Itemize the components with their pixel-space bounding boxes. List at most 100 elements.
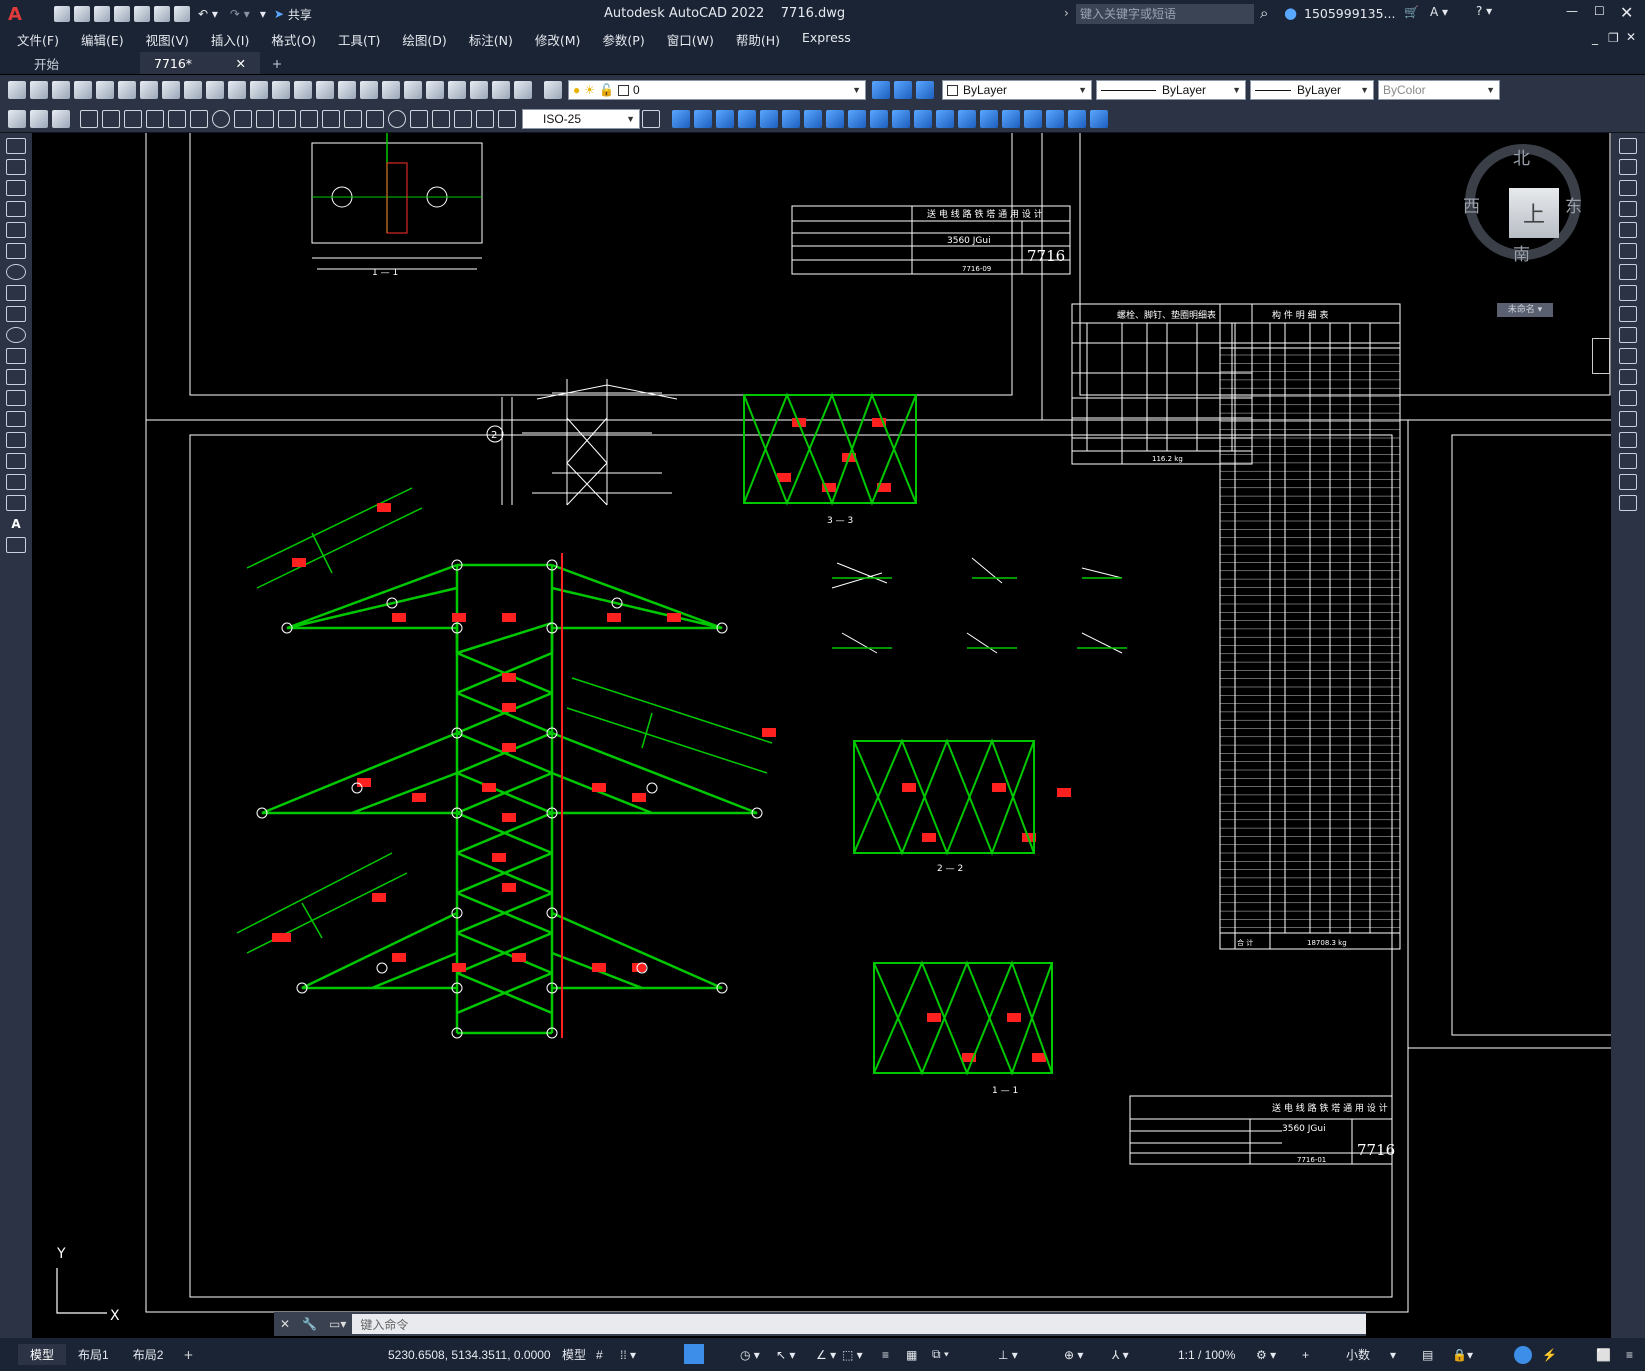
modify-tool-icon-14[interactable] (958, 109, 976, 128)
jogged-linear-icon[interactable] (432, 109, 450, 128)
region-tool-icon[interactable] (6, 474, 26, 490)
navbar-toggle-icon[interactable] (1592, 338, 1610, 374)
doc-close-button[interactable]: ✕ (1626, 30, 1636, 44)
arc-tool-icon[interactable] (6, 243, 26, 259)
layout-tab-2[interactable]: 布局2 (121, 1344, 176, 1365)
mtext-tool-icon[interactable]: A (6, 516, 26, 532)
menu-item-10[interactable]: 窗口(W) (656, 30, 725, 49)
inspect-icon[interactable] (410, 109, 428, 128)
baseline-dim-icon[interactable] (278, 109, 296, 128)
properties-icon[interactable] (382, 81, 400, 99)
markup-icon[interactable] (470, 81, 488, 99)
polar-icon[interactable]: ◷ ▾ (734, 1348, 766, 1362)
copy-icon[interactable] (184, 81, 202, 99)
open-file-icon[interactable] (30, 81, 48, 99)
offset-tool-icon[interactable] (1619, 201, 1637, 217)
matchprop-icon[interactable] (228, 81, 246, 99)
ellipse-tool-icon[interactable] (6, 327, 26, 343)
dimstyle-manager-icon[interactable] (642, 109, 660, 128)
hatch-tool-icon[interactable] (6, 432, 26, 448)
modify-tool-icon-12[interactable] (914, 109, 932, 128)
linear-dim-icon[interactable] (80, 109, 98, 128)
command-input[interactable]: 键入命令 (352, 1314, 1366, 1334)
compass-north[interactable]: 北 (1513, 144, 1530, 169)
qnew-icon[interactable] (8, 81, 26, 99)
undo-icon[interactable]: ↶ ▾ (198, 7, 218, 21)
continue-dim-icon[interactable] (300, 109, 318, 128)
units-dropdown[interactable]: 小数 (1340, 1346, 1376, 1363)
modify-tool-icon-3[interactable] (716, 109, 734, 128)
dim-edit-icon[interactable] (454, 109, 472, 128)
modify-tool-icon-9[interactable] (848, 109, 866, 128)
gradient-tool-icon[interactable] (6, 453, 26, 469)
annotation-visibility-icon[interactable]: ⅄ ▾ (1106, 1348, 1135, 1362)
array-tool-icon[interactable] (1619, 222, 1637, 238)
redo-toolbar-icon[interactable] (272, 81, 290, 99)
customize-qat-icon[interactable]: ▾ (260, 7, 266, 21)
center-mark-icon[interactable] (388, 109, 406, 128)
revcloud-tool-icon[interactable] (6, 285, 26, 301)
add-selected-icon[interactable] (6, 537, 26, 553)
coordinates-readout[interactable]: 5230.6508, 5134.3511, 0.0000 (382, 1348, 557, 1362)
rotate-tool-icon[interactable] (1619, 264, 1637, 280)
join-tool-icon[interactable] (1619, 411, 1637, 427)
layer-properties-icon[interactable] (544, 81, 562, 99)
lineweight-toggle-icon[interactable]: ≡ (876, 1348, 895, 1362)
transparency-icon[interactable]: ▦ (900, 1348, 923, 1362)
sheetset-icon[interactable] (448, 81, 466, 99)
blend-tool-icon[interactable] (1619, 474, 1637, 490)
command-close-icon[interactable]: ✕ (280, 1317, 290, 1331)
menu-item-5[interactable]: 工具(T) (327, 30, 391, 49)
gizmo-icon[interactable]: ⊕ ▾ (1058, 1348, 1089, 1362)
customization-icon[interactable]: ≡ (1620, 1348, 1639, 1362)
table-tool-icon[interactable] (6, 495, 26, 511)
3dprint-icon[interactable] (140, 81, 158, 99)
copy-tool-icon[interactable] (1619, 159, 1637, 175)
polyline-tool-icon[interactable] (6, 180, 26, 196)
draw-tool-icon-2[interactable] (30, 109, 48, 128)
annomonitor-icon[interactable]: + (1296, 1348, 1315, 1362)
autodesk-account-icon[interactable]: A ▾ (1430, 5, 1448, 19)
dim-update-icon[interactable] (498, 109, 516, 128)
close-button[interactable]: ✕ (1620, 3, 1633, 22)
maximize-button[interactable]: ☐ (1594, 4, 1605, 18)
color-dropdown[interactable]: ByLayer ▼ (942, 80, 1092, 100)
clean-screen-icon[interactable]: ⬜ (1590, 1348, 1617, 1362)
tolerance-icon[interactable] (366, 109, 384, 128)
viewcube[interactable]: 上 北 南 西 东 (1463, 144, 1582, 265)
construction-line-icon[interactable] (6, 159, 26, 175)
grid-icon[interactable]: # (590, 1348, 609, 1362)
trim-tool-icon[interactable] (1619, 327, 1637, 343)
modify-tool-icon-6[interactable] (782, 109, 800, 128)
menu-item-1[interactable]: 编辑(E) (70, 30, 135, 49)
help-icon[interactable]: ? ▾ (1476, 4, 1492, 18)
toolpalettes-icon[interactable] (426, 81, 444, 99)
open-icon[interactable] (74, 6, 90, 22)
fillet-tool-icon[interactable] (1619, 453, 1637, 469)
draw-tool-icon-1[interactable] (8, 109, 26, 128)
dyn-input-icon[interactable]: ⬚ ▾ (836, 1348, 869, 1362)
paste-icon[interactable] (206, 81, 224, 99)
circle-tool-icon[interactable] (6, 264, 26, 280)
share-icon[interactable]: ➤ (274, 7, 284, 21)
plotstyle-dropdown[interactable]: ByColor ▼ (1378, 80, 1500, 100)
modify-tool-icon-4[interactable] (738, 109, 756, 128)
designcenter-icon[interactable] (404, 81, 422, 99)
model-space-button[interactable]: 模型 (556, 1346, 592, 1363)
break-point-icon[interactable] (1619, 369, 1637, 385)
aligned-dim-icon[interactable] (102, 109, 120, 128)
menu-item-3[interactable]: 插入(I) (200, 30, 260, 49)
new-icon[interactable] (54, 6, 70, 22)
minimize-button[interactable]: — (1566, 4, 1578, 18)
layout-tab-1[interactable]: 布局1 (66, 1344, 121, 1365)
radius-dim-icon[interactable] (168, 109, 186, 128)
angular-dim-icon[interactable] (234, 109, 252, 128)
layer-dropdown[interactable]: ● ☀ 🔓 0 ▼ (568, 80, 866, 100)
modify-tool-icon-15[interactable] (980, 109, 998, 128)
plot-icon[interactable] (174, 6, 190, 22)
calculator-icon[interactable] (492, 81, 510, 99)
modify-tool-icon-18[interactable] (1046, 109, 1064, 128)
pan-icon[interactable] (294, 81, 312, 99)
menu-item-2[interactable]: 视图(V) (135, 30, 200, 49)
hardware-accel-icon[interactable]: ⚡ (1536, 1348, 1563, 1362)
